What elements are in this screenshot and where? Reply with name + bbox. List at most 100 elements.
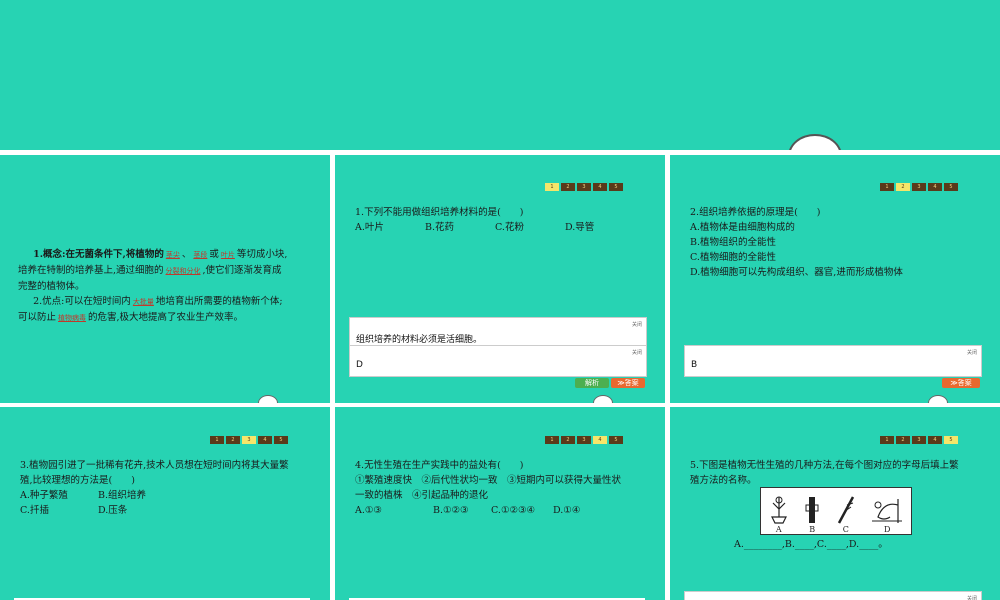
page-nav[interactable]: 1 2 3 4 5 <box>210 436 288 444</box>
question-block: 5.下图是植物无性生殖的几种方法,在每个图对应的字母后填上繁 殖方法的名称。 <box>690 458 990 488</box>
option: D.压条 <box>98 505 128 516</box>
statement: 一致的植株 ④引起品种的退化 <box>355 490 489 501</box>
page-button[interactable]: 5 <box>609 436 623 444</box>
page-button[interactable]: 4 <box>258 436 272 444</box>
answer-button[interactable]: ≫答案 <box>942 378 980 388</box>
slide-1[interactable]: 1.概念:在无菌条件下,将植物的 茎尖、茎段或叶片 等切成小块, 培养在特制的培养基… <box>0 155 330 403</box>
explanation-text: 组织培养的材料必须是活细胞。 <box>356 335 483 345</box>
text-span: 培养在特制的培养基上,通过细胞的 <box>18 265 164 276</box>
text-span: 或 <box>209 249 219 260</box>
question-block: 4.无性生殖在生产实践中的益处有( ) ①繁殖速度快 ②后代性状均一致 ③短期内… <box>355 458 655 518</box>
text-span: 1.概念:在无菌条件下,将植物的 <box>33 249 164 260</box>
question-text: 4.无性生殖在生产实践中的益处有( ) <box>355 460 524 471</box>
page-button[interactable]: 1 <box>545 436 559 444</box>
slide-4[interactable]: 1 2 3 4 5 3.植物园引进了一批稀有花卉,技术人员想在短时间内将其大量繁… <box>0 407 330 600</box>
figure-d: D <box>870 495 904 534</box>
page-button[interactable]: 2 <box>896 436 910 444</box>
figure-c: C <box>835 495 857 534</box>
answer-panel: 关闭 B <box>684 345 982 377</box>
answer-text: B <box>691 360 698 370</box>
slide-3[interactable]: 1 2 3 4 5 2.组织培养依据的原理是( ) A.植物体是由细胞构成的 B… <box>670 155 1000 403</box>
page-button[interactable]: 2 <box>561 183 575 191</box>
page-button[interactable]: 1 <box>545 183 559 191</box>
option: C.①②③④ <box>491 505 536 516</box>
dome-decoration <box>928 395 948 403</box>
bud-grafting-icon <box>805 497 819 523</box>
question-block: 2.组织培养依据的原理是( ) A.植物体是由细胞构成的 B.植物组织的全能性 … <box>690 205 990 280</box>
slide-2[interactable]: 1 2 3 4 5 1.下列不能用做组织培养材料的是( ) A.叶片 B.花药 … <box>335 155 665 403</box>
blank-answer: 植物病毒 <box>58 314 87 322</box>
page-button[interactable]: 4 <box>593 436 607 444</box>
page-button[interactable]: 5 <box>944 436 958 444</box>
page-button[interactable]: 1 <box>210 436 224 444</box>
layering-icon <box>872 499 903 523</box>
options-row: C.扦插 D.压条 <box>20 503 320 518</box>
option: B.①②③ <box>433 505 469 516</box>
page-button[interactable]: 2 <box>561 436 575 444</box>
option: B.花药 <box>425 222 455 233</box>
page-nav[interactable]: 1 2 3 4 5 <box>880 436 958 444</box>
page-button[interactable]: 3 <box>242 436 256 444</box>
page-button[interactable]: 1 <box>880 436 894 444</box>
option: A.叶片 <box>355 222 384 233</box>
option: B.植物组织的全能性 <box>690 237 777 248</box>
figure-b: B <box>803 495 821 534</box>
option: A.①③ <box>355 505 382 516</box>
page-button[interactable]: 4 <box>928 183 942 191</box>
page-button[interactable]: 3 <box>912 183 926 191</box>
options-row: A.①③ B.①②③ C.①②③④ D.①④ <box>355 503 655 518</box>
answer-button[interactable]: ≫答案 <box>611 378 645 388</box>
figure-label: B <box>809 525 816 534</box>
question-text: 5.下图是植物无性生殖的几种方法,在每个图对应的字母后填上繁 <box>690 460 959 471</box>
close-button[interactable]: 关闭 <box>632 349 642 356</box>
fill-blank-line: A.________,B.____,C.____,D.____。 <box>734 539 888 550</box>
question-block: 1.下列不能用做组织培养材料的是( ) A.叶片 B.花药 C.花粉 D.导管 <box>355 205 655 235</box>
page-button[interactable]: 3 <box>577 436 591 444</box>
text-span: ,使它们逐渐发育成 <box>202 265 282 276</box>
page-nav[interactable]: 1 2 3 4 5 <box>880 183 958 191</box>
concept-text: 1.概念:在无菌条件下,将植物的 茎尖、茎段或叶片 等切成小块, 培养在特制的培养基… <box>18 247 318 326</box>
text-span: 可以防止 <box>18 312 57 323</box>
close-button[interactable]: 关闭 <box>967 349 977 356</box>
figure-label: D <box>884 525 891 534</box>
top-banner <box>0 0 1000 150</box>
page-button[interactable]: 3 <box>912 436 926 444</box>
blank-answer: 茎尖 <box>165 251 180 259</box>
option: C.扦插 <box>20 505 49 516</box>
close-button[interactable]: 关闭 <box>967 595 977 600</box>
figure-a: A <box>768 495 790 534</box>
explain-button[interactable]: 解析 <box>575 378 609 388</box>
slide-5[interactable]: 1 2 3 4 5 4.无性生殖在生产实践中的益处有( ) ①繁殖速度快 ②后代… <box>335 407 665 600</box>
dome-decoration <box>593 395 613 403</box>
grafting-icon <box>770 496 787 524</box>
page-button[interactable]: 4 <box>593 183 607 191</box>
answer-panel: 关闭 <box>684 591 982 600</box>
figure-label: A <box>775 525 782 534</box>
option: A.植物体是由细胞构成的 <box>690 222 795 233</box>
propagation-figure: A B C D <box>760 487 912 535</box>
page-button[interactable]: 2 <box>226 436 240 444</box>
page-nav[interactable]: 1 2 3 4 5 <box>545 436 623 444</box>
figure-label: C <box>842 525 849 534</box>
page-button[interactable]: 5 <box>944 183 958 191</box>
page-button[interactable]: 4 <box>928 436 942 444</box>
text-span: 、 <box>181 249 192 260</box>
page-button[interactable]: 5 <box>609 183 623 191</box>
close-button[interactable]: 关闭 <box>632 321 642 328</box>
text-span: 的危害,极大地提高了农业生产效率。 <box>88 312 244 323</box>
page-button[interactable]: 3 <box>577 183 591 191</box>
blank-answer: 叶片 <box>220 251 235 259</box>
question-text: 1.下列不能用做组织培养材料的是( ) <box>355 207 524 218</box>
option: D.导管 <box>565 222 595 233</box>
text-span: 地培育出所需要的植物新个体; <box>155 296 283 307</box>
option: C.植物细胞的全能性 <box>690 252 776 263</box>
options-row: A.叶片 B.花药 C.花粉 D.导管 <box>355 220 655 235</box>
page-button[interactable]: 2 <box>896 183 910 191</box>
option: D.植物细胞可以先构成组织、器官,进而形成植物体 <box>690 267 903 278</box>
page-nav[interactable]: 1 2 3 4 5 <box>545 183 623 191</box>
cutting-icon <box>837 496 854 524</box>
page-button[interactable]: 1 <box>880 183 894 191</box>
page-button[interactable]: 5 <box>274 436 288 444</box>
option: B.组织培养 <box>98 490 147 501</box>
slide-6[interactable]: 1 2 3 4 5 5.下图是植物无性生殖的几种方法,在每个图对应的字母后填上繁… <box>670 407 1000 600</box>
